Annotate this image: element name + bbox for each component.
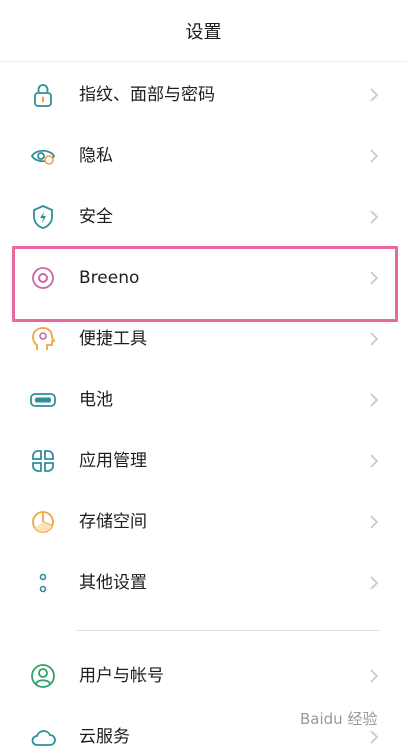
settings-item-privacy[interactable]: 隐私 (0, 126, 407, 186)
more-dots-icon (39, 573, 47, 593)
cloud-icon (31, 730, 56, 746)
settings-item-label: 隐私 (79, 146, 113, 166)
settings-screen: 设置 指纹、面部与密码 隐私 安全 Breeno 便捷工具 电池 应用管理 存储… (0, 0, 407, 753)
settings-item-fingerprint-face-password[interactable]: 指纹、面部与密码 (0, 65, 407, 125)
chevron-right-icon (370, 576, 379, 590)
settings-item-security[interactable]: 安全 (0, 187, 407, 247)
settings-item-label: 存储空间 (79, 512, 147, 532)
settings-item-label: 电池 (79, 390, 113, 410)
chevron-right-icon (370, 393, 379, 407)
privacy-eye-icon (30, 149, 56, 165)
lock-icon (34, 84, 52, 107)
settings-item-battery[interactable]: 电池 (0, 370, 407, 430)
settings-item-label: 指纹、面部与密码 (79, 85, 215, 105)
chevron-right-icon (370, 210, 379, 224)
settings-item-other-settings[interactable]: 其他设置 (0, 553, 407, 613)
settings-item-user-account[interactable]: 用户与帐号 (0, 646, 407, 706)
chevron-right-icon (370, 149, 379, 163)
settings-item-label: 云服务 (79, 727, 130, 747)
chevron-right-icon (370, 669, 379, 683)
header-divider (0, 61, 407, 62)
settings-item-app-management[interactable]: 应用管理 (0, 431, 407, 491)
tools-head-icon (32, 327, 56, 350)
baidu-watermark: Baidu 经验 (300, 710, 378, 728)
page-title-text: 设置 (185, 22, 222, 43)
breeno-highlight-box (12, 246, 398, 322)
settings-item-label: 其他设置 (79, 573, 147, 593)
settings-item-label: 安全 (79, 207, 113, 227)
user-account-icon (31, 664, 55, 688)
settings-item-storage[interactable]: 存储空间 (0, 492, 407, 552)
chevron-right-icon (370, 332, 379, 346)
chevron-right-icon (370, 515, 379, 529)
chevron-right-icon (370, 730, 379, 744)
app-grid-icon (32, 450, 54, 472)
chevron-right-icon (370, 88, 379, 102)
battery-icon (30, 393, 56, 407)
chevron-right-icon (370, 454, 379, 468)
settings-item-label: 应用管理 (79, 451, 147, 471)
settings-item-label: 用户与帐号 (79, 666, 164, 686)
shield-bolt-icon (33, 205, 53, 229)
page-title: 设置 (0, 0, 407, 62)
section-divider (76, 630, 380, 631)
storage-pie-icon (32, 511, 54, 533)
